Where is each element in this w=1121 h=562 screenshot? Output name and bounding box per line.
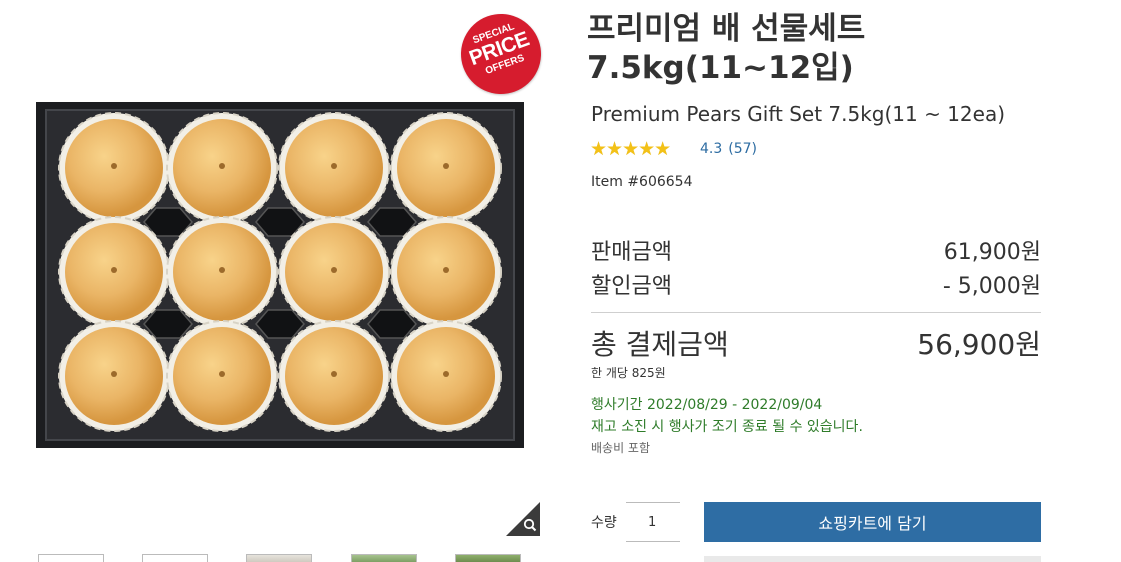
- shipping-info: 배송비 포함: [591, 441, 651, 455]
- product-rating[interactable]: ★★★★★ ★★★★★ 4.3 (57): [590, 139, 757, 159]
- discount-row: 할인금액 - 5,000원: [591, 268, 1041, 300]
- product-title-english: Premium Pears Gift Set 7.5kg(11 ~ 12ea): [591, 102, 1006, 126]
- total-price-value: 56,900원: [917, 328, 1041, 361]
- rating-score[interactable]: 4.3: [700, 141, 722, 157]
- star-rating: ★★★★★ ★★★★★: [590, 139, 684, 159]
- magnifier-icon[interactable]: [506, 502, 540, 536]
- discount-label: 할인금액: [591, 274, 672, 299]
- product-image: [36, 102, 524, 448]
- total-price-row: 총 결제금액 56,900원: [591, 323, 1041, 363]
- thumbnail-4[interactable]: [351, 554, 417, 562]
- discount-value: - 5,000원: [942, 274, 1041, 299]
- secondary-button[interactable]: [704, 556, 1041, 562]
- sale-price-row: 판매금액 61,900원: [591, 234, 1041, 266]
- quantity-input[interactable]: [626, 502, 680, 542]
- sale-price-label: 판매금액: [591, 240, 672, 265]
- star-icon: ★★★★★: [590, 139, 671, 159]
- review-count[interactable]: (57): [728, 141, 757, 157]
- item-number: Item #606654: [591, 174, 693, 190]
- add-to-cart-button[interactable]: 쇼핑카트에 담기: [704, 502, 1041, 542]
- thumbnail-5[interactable]: [455, 554, 521, 562]
- thumbnail-3[interactable]: [246, 554, 312, 562]
- promotion-period: 행사기간 2022/08/29 - 2022/09/04: [591, 397, 823, 413]
- promotion-notice: 재고 소진 시 행사가 조기 종료 될 수 있습니다.: [591, 419, 863, 435]
- total-price-label: 총 결제금액: [591, 328, 729, 361]
- sale-price-value: 61,900원: [943, 240, 1041, 265]
- unit-price: 한 개당 825원: [591, 366, 666, 380]
- special-price-badge: SPECIAL PRICE OFFERS: [449, 2, 553, 106]
- thumbnail-2[interactable]: [142, 554, 208, 562]
- thumbnail-1[interactable]: [38, 554, 104, 562]
- quantity-label: 수량: [591, 515, 617, 531]
- thumbnail-strip: [38, 554, 528, 562]
- product-title-korean: 프리미엄 배 선물세트 7.5kg(11~12입): [587, 11, 866, 86]
- divider: [591, 312, 1041, 313]
